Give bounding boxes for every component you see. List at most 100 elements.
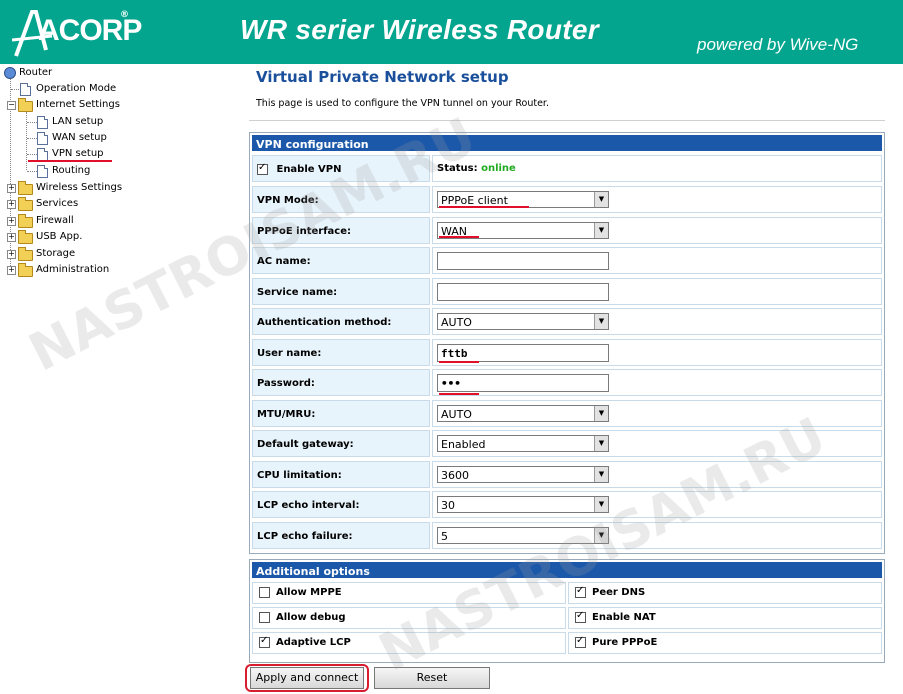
folder-icon [18, 181, 33, 195]
vpn-row: LCP echo interval: 30 ▼ [250, 490, 884, 520]
option-checkbox[interactable] [259, 611, 270, 623]
vpn-row-label: AC name: [252, 247, 430, 274]
expand-icon[interactable]: + [7, 184, 16, 193]
vpn-row-input[interactable]: ••• [437, 374, 609, 392]
vpn-row-control-cell: WAN ▼ [432, 216, 882, 244]
option-item[interactable]: Peer DNS [568, 582, 882, 604]
option-checkbox[interactable] [575, 610, 586, 623]
apply-connect-button[interactable]: Apply and connect [250, 667, 364, 689]
folder-icon [18, 247, 33, 261]
enable-vpn-cell[interactable]: Enable VPN [252, 155, 430, 182]
vpn-config-panel: VPN configuration Enable VPN Status: onl… [249, 132, 885, 554]
vpn-row-control-cell: PPPoE client ▼ [432, 186, 882, 213]
vpn-row-control-cell: fttb [432, 338, 882, 366]
vpn-row-label: CPU limitation: [252, 460, 430, 488]
vpn-row-control-cell: AUTO ▼ [432, 399, 882, 427]
vpn-row-control-cell [432, 247, 882, 274]
option-item[interactable]: Allow MPPE [252, 582, 566, 604]
username-highlight [439, 361, 479, 363]
expand-icon[interactable]: + [7, 233, 16, 242]
vpn-row-control-cell [432, 277, 882, 305]
option-label: Allow debug [276, 612, 346, 623]
page-icon [37, 132, 48, 145]
vpn-row: AC name: [250, 246, 884, 276]
vpn-row: Default gateway: Enabled ▼ [250, 429, 884, 459]
vpn-row-label: User name: [252, 338, 430, 366]
vpn-row-select[interactable]: Enabled ▼ [437, 435, 609, 452]
option-checkbox[interactable] [575, 585, 586, 598]
option-checkbox[interactable] [575, 635, 586, 648]
status-label: Status: [437, 163, 478, 174]
vpn-row-label: LCP echo interval: [252, 491, 430, 518]
select-value: Enabled [441, 438, 486, 451]
additional-options-panel: Additional options Allow MPPE Peer DNS All… [249, 559, 885, 663]
vpn-row: Authentication method: AUTO ▼ [250, 307, 884, 337]
enable-vpn-checkbox[interactable] [257, 162, 268, 175]
dropdown-arrow-icon[interactable]: ▼ [594, 436, 608, 451]
expand-icon[interactable]: + [7, 200, 16, 209]
option-checkbox[interactable] [259, 635, 270, 648]
password-highlight [439, 393, 479, 395]
vpn-row-control-cell: ••• [432, 369, 882, 396]
dropdown-arrow-icon[interactable]: ▼ [594, 192, 608, 207]
vpn-row-input[interactable]: fttb [437, 343, 609, 362]
select-value: 3600 [441, 468, 469, 482]
vpn-row-label: Password: [252, 369, 430, 396]
folder-icon [18, 214, 33, 228]
dropdown-arrow-icon[interactable]: ▼ [594, 527, 608, 543]
divider [249, 120, 885, 121]
vpn-row-input[interactable] [437, 282, 609, 301]
folder-icon [18, 263, 33, 277]
option-checkbox[interactable] [259, 586, 270, 598]
expand-icon[interactable]: + [7, 217, 16, 226]
vpn-row: PPPoE interface: WAN ▼ [250, 216, 884, 246]
vpn-row: MTU/MRU: AUTO ▼ [250, 399, 884, 429]
expand-icon[interactable]: + [7, 266, 16, 275]
vpn-config-header: VPN configuration [250, 133, 884, 153]
collapse-icon[interactable]: − [7, 101, 16, 110]
option-item[interactable]: Pure PPPoE [568, 632, 882, 654]
vpn-row-select[interactable]: 3600 ▼ [437, 465, 609, 483]
folder-icon [18, 197, 33, 211]
expand-icon[interactable]: + [7, 250, 16, 259]
powered-by: powered by Wive-NG [697, 35, 859, 54]
folder-open-icon [18, 98, 33, 112]
vpn-row-select[interactable]: 5 ▼ [437, 526, 609, 544]
tree-line [26, 112, 27, 170]
vpn-row-label: LCP echo failure: [252, 521, 430, 549]
vpn-row: Service name: [250, 277, 884, 307]
vpn-row-control-cell: 3600 ▼ [432, 460, 882, 488]
option-label: Enable NAT [592, 612, 656, 623]
vpn-row-select[interactable]: 30 ▼ [437, 496, 609, 513]
select-value: AUTO [441, 316, 472, 329]
vpn-row-label: Default gateway: [252, 430, 430, 457]
dropdown-arrow-icon[interactable]: ▼ [594, 222, 608, 238]
page-description: This page is used to configure the VPN t… [256, 98, 549, 109]
vpn-row-input[interactable] [437, 252, 609, 270]
header-banner: ACORP ® WR serier Wireless Router powere… [0, 0, 903, 64]
reset-button[interactable]: Reset [374, 667, 490, 689]
vpn-row-control-cell: 30 ▼ [432, 491, 882, 518]
dropdown-arrow-icon[interactable]: ▼ [594, 466, 608, 482]
status-cell: Status: online [432, 155, 882, 182]
option-label: Allow MPPE [276, 587, 342, 598]
vpn-row-select[interactable]: AUTO ▼ [437, 404, 609, 422]
option-item[interactable]: Enable NAT [568, 607, 882, 629]
option-item[interactable]: Allow debug [252, 607, 566, 629]
pppoe-interface-highlight [439, 236, 479, 238]
vpn-row-control-cell: AUTO ▼ [432, 308, 882, 335]
vpn-setup-highlight [28, 160, 112, 162]
page-title: Virtual Private Network setup [256, 68, 509, 86]
dropdown-arrow-icon[interactable]: ▼ [594, 314, 608, 329]
vpn-row-label: VPN Mode: [252, 186, 430, 213]
status-value: online [481, 163, 516, 174]
option-item[interactable]: Adaptive LCP [252, 632, 566, 654]
select-value: 30 [441, 499, 455, 512]
select-value: 5 [441, 529, 448, 543]
dropdown-arrow-icon[interactable]: ▼ [594, 405, 608, 421]
vpn-row: User name: fttb [250, 338, 884, 368]
vpn-row-select[interactable]: AUTO ▼ [437, 313, 609, 330]
router-title: WR serier Wireless Router [240, 14, 599, 45]
vpn-row-control-cell: Enabled ▼ [432, 430, 882, 457]
dropdown-arrow-icon[interactable]: ▼ [594, 497, 608, 512]
